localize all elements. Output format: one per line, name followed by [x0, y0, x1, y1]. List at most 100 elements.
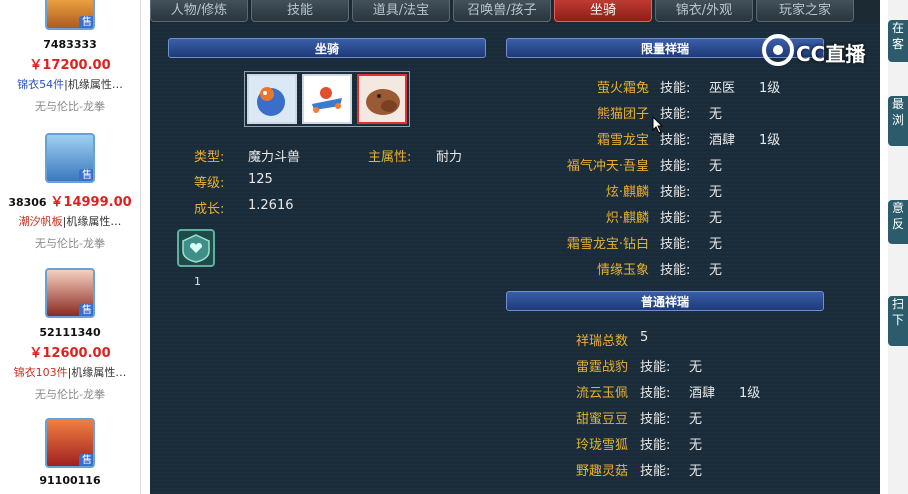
growth-value: 1.2616 [248, 198, 294, 213]
side-button-scan[interactable]: 扫下 [888, 296, 908, 346]
listing-server: 无与伦比-龙拳 [35, 237, 105, 250]
listing-column: 售 7483333 ￥17200.00 锦衣54件|机缘属性… 无与伦比-龙拳 … [0, 0, 141, 494]
growth-label: 成长: [194, 202, 225, 217]
side-button-history[interactable]: 最浏 [888, 96, 908, 146]
sale-badge: 售 [79, 169, 93, 181]
mount-slot-dragon[interactable] [247, 74, 297, 124]
total-label: 祥瑞总数 [575, 334, 628, 349]
item-skill-level: 1级 [759, 81, 781, 96]
item-skill-level: 1级 [759, 133, 781, 148]
listing-server: 无与伦比-龙拳 [35, 100, 105, 113]
item-skill-label: 技能: [640, 360, 671, 375]
tab-character[interactable]: 人物/修炼 [150, 0, 248, 22]
cursor-icon [652, 116, 664, 134]
item-skill-label: 技能: [660, 81, 691, 96]
item-name: 甜蜜豆豆 [575, 412, 628, 427]
listing-attr-a[interactable]: 锦衣103件 [14, 366, 68, 379]
mount-badge[interactable] [177, 229, 215, 267]
listing-id: 7483333 [43, 38, 97, 51]
item-name: 情缘玉象 [596, 263, 649, 278]
item-skill-value: 酒肆 [709, 133, 736, 148]
sale-badge: 售 [79, 16, 93, 28]
mount-section-header: 坐骑 [168, 38, 486, 58]
sale-badge: 售 [79, 454, 93, 466]
avatar[interactable]: 售 [45, 418, 95, 468]
tab-bar: 人物/修炼 技能 道具/法宝 召唤兽/孩子 坐骑 锦衣/外观 玩家之家 [150, 0, 880, 24]
capybara-icon [359, 76, 405, 122]
side-toolbar: 在客 最浏 意反 扫下 [888, 0, 908, 494]
level-label: 等级: [194, 176, 225, 191]
side-button-feedback[interactable]: 意反 [888, 200, 908, 244]
item-skill-label: 技能: [660, 211, 691, 226]
heart-shield-icon [182, 234, 210, 263]
badge-count: 1 [194, 275, 201, 288]
item-name: 玲珑雪狐 [575, 438, 628, 453]
listing-item[interactable]: 售 7483333 ￥17200.00 锦衣54件|机缘属性… 无与伦比-龙拳 [0, 0, 140, 114]
normal-section-header: 普通祥瑞 [506, 291, 824, 311]
tab-mounts[interactable]: 坐骑 [554, 0, 652, 22]
tab-outfits[interactable]: 锦衣/外观 [655, 0, 753, 22]
item-skill-label: 技能: [660, 133, 691, 148]
tab-items[interactable]: 道具/法宝 [352, 0, 450, 22]
type-label: 类型: [194, 150, 225, 165]
total-value: 5 [640, 330, 649, 345]
item-skill-label: 技能: [640, 438, 671, 453]
item-name: 炫·麒麟 [605, 185, 649, 200]
listing-id: 91100116 [39, 474, 101, 487]
item-skill-value: 无 [709, 159, 723, 174]
level-value: 125 [248, 172, 273, 187]
item-skill-value: 无 [689, 464, 703, 479]
listing-price: ￥17200.00 [29, 58, 111, 73]
dragon-icon [249, 76, 295, 122]
item-skill-value: 巫医 [709, 81, 736, 96]
listing-id: 52111340 [39, 326, 101, 339]
hoverboard-icon [304, 76, 350, 122]
tab-home[interactable]: 玩家之家 [756, 0, 854, 22]
mount-slot-hoverboard[interactable] [302, 74, 352, 124]
watermark-logo: CC直播 [760, 32, 882, 68]
item-skill-value: 无 [709, 107, 723, 122]
item-skill-value: 酒肆 [689, 386, 716, 401]
item-skill-label: 技能: [640, 412, 671, 427]
listing-attr-a[interactable]: 锦衣54件 [17, 78, 64, 91]
listing-attr-a[interactable]: 潮汐帆板 [19, 215, 63, 228]
item-skill-level: 1级 [739, 386, 761, 401]
item-name: 萤火霜兔 [596, 81, 649, 96]
listing-item[interactable]: 售 91100116 [0, 418, 140, 487]
listing-id: 38306 [8, 196, 47, 209]
listing-price: ￥14999.00 [50, 195, 132, 210]
item-skill-label: 技能: [660, 185, 691, 200]
main-attr-label: 主属性: [368, 150, 412, 165]
sale-badge: 售 [79, 304, 93, 316]
item-name: 霜雪龙宝 [596, 133, 649, 148]
side-button-service[interactable]: 在客 [888, 20, 908, 62]
avatar[interactable]: 售 [45, 268, 95, 318]
item-skill-value: 无 [689, 360, 703, 375]
item-skill-value: 无 [709, 211, 723, 226]
item-name: 雷霆战豹 [575, 360, 628, 375]
listing-attr-b: |机缘属性… [62, 215, 122, 228]
item-name: 霜雪龙宝·钻白 [566, 237, 649, 252]
item-skill-value: 无 [709, 237, 723, 252]
item-name: 炽·麒麟 [605, 211, 649, 226]
item-name: 熊猫团子 [596, 107, 649, 122]
tab-skills[interactable]: 技能 [251, 0, 349, 22]
tab-pets[interactable]: 召唤兽/孩子 [453, 0, 551, 22]
item-skill-label: 技能: [660, 159, 691, 174]
item-skill-label: 技能: [640, 464, 671, 479]
item-skill-label: 技能: [660, 263, 691, 278]
avatar[interactable]: 售 [45, 133, 95, 183]
listing-item[interactable]: 售 38306 ￥14999.00 潮汐帆板|机缘属性… 无与伦比-龙拳 [0, 133, 140, 251]
watermark-text: CC直播 [796, 42, 866, 66]
mount-slot-capybara[interactable] [357, 74, 407, 124]
type-value: 魔力斗兽 [248, 150, 301, 165]
item-skill-value: 无 [709, 263, 723, 278]
listing-attr-b: |机缘属性… [64, 78, 123, 91]
avatar[interactable]: 售 [45, 0, 95, 30]
listing-price: ￥12600.00 [29, 346, 111, 361]
item-name: 流云玉佩 [575, 386, 628, 401]
item-skill-value: 无 [689, 438, 703, 453]
listing-item[interactable]: 售 52111340 ￥12600.00 锦衣103件|机缘属性… 无与伦比-龙… [0, 268, 140, 402]
listing-attr-b: |机缘属性… [67, 366, 127, 379]
main-attr-value: 耐力 [436, 150, 463, 165]
